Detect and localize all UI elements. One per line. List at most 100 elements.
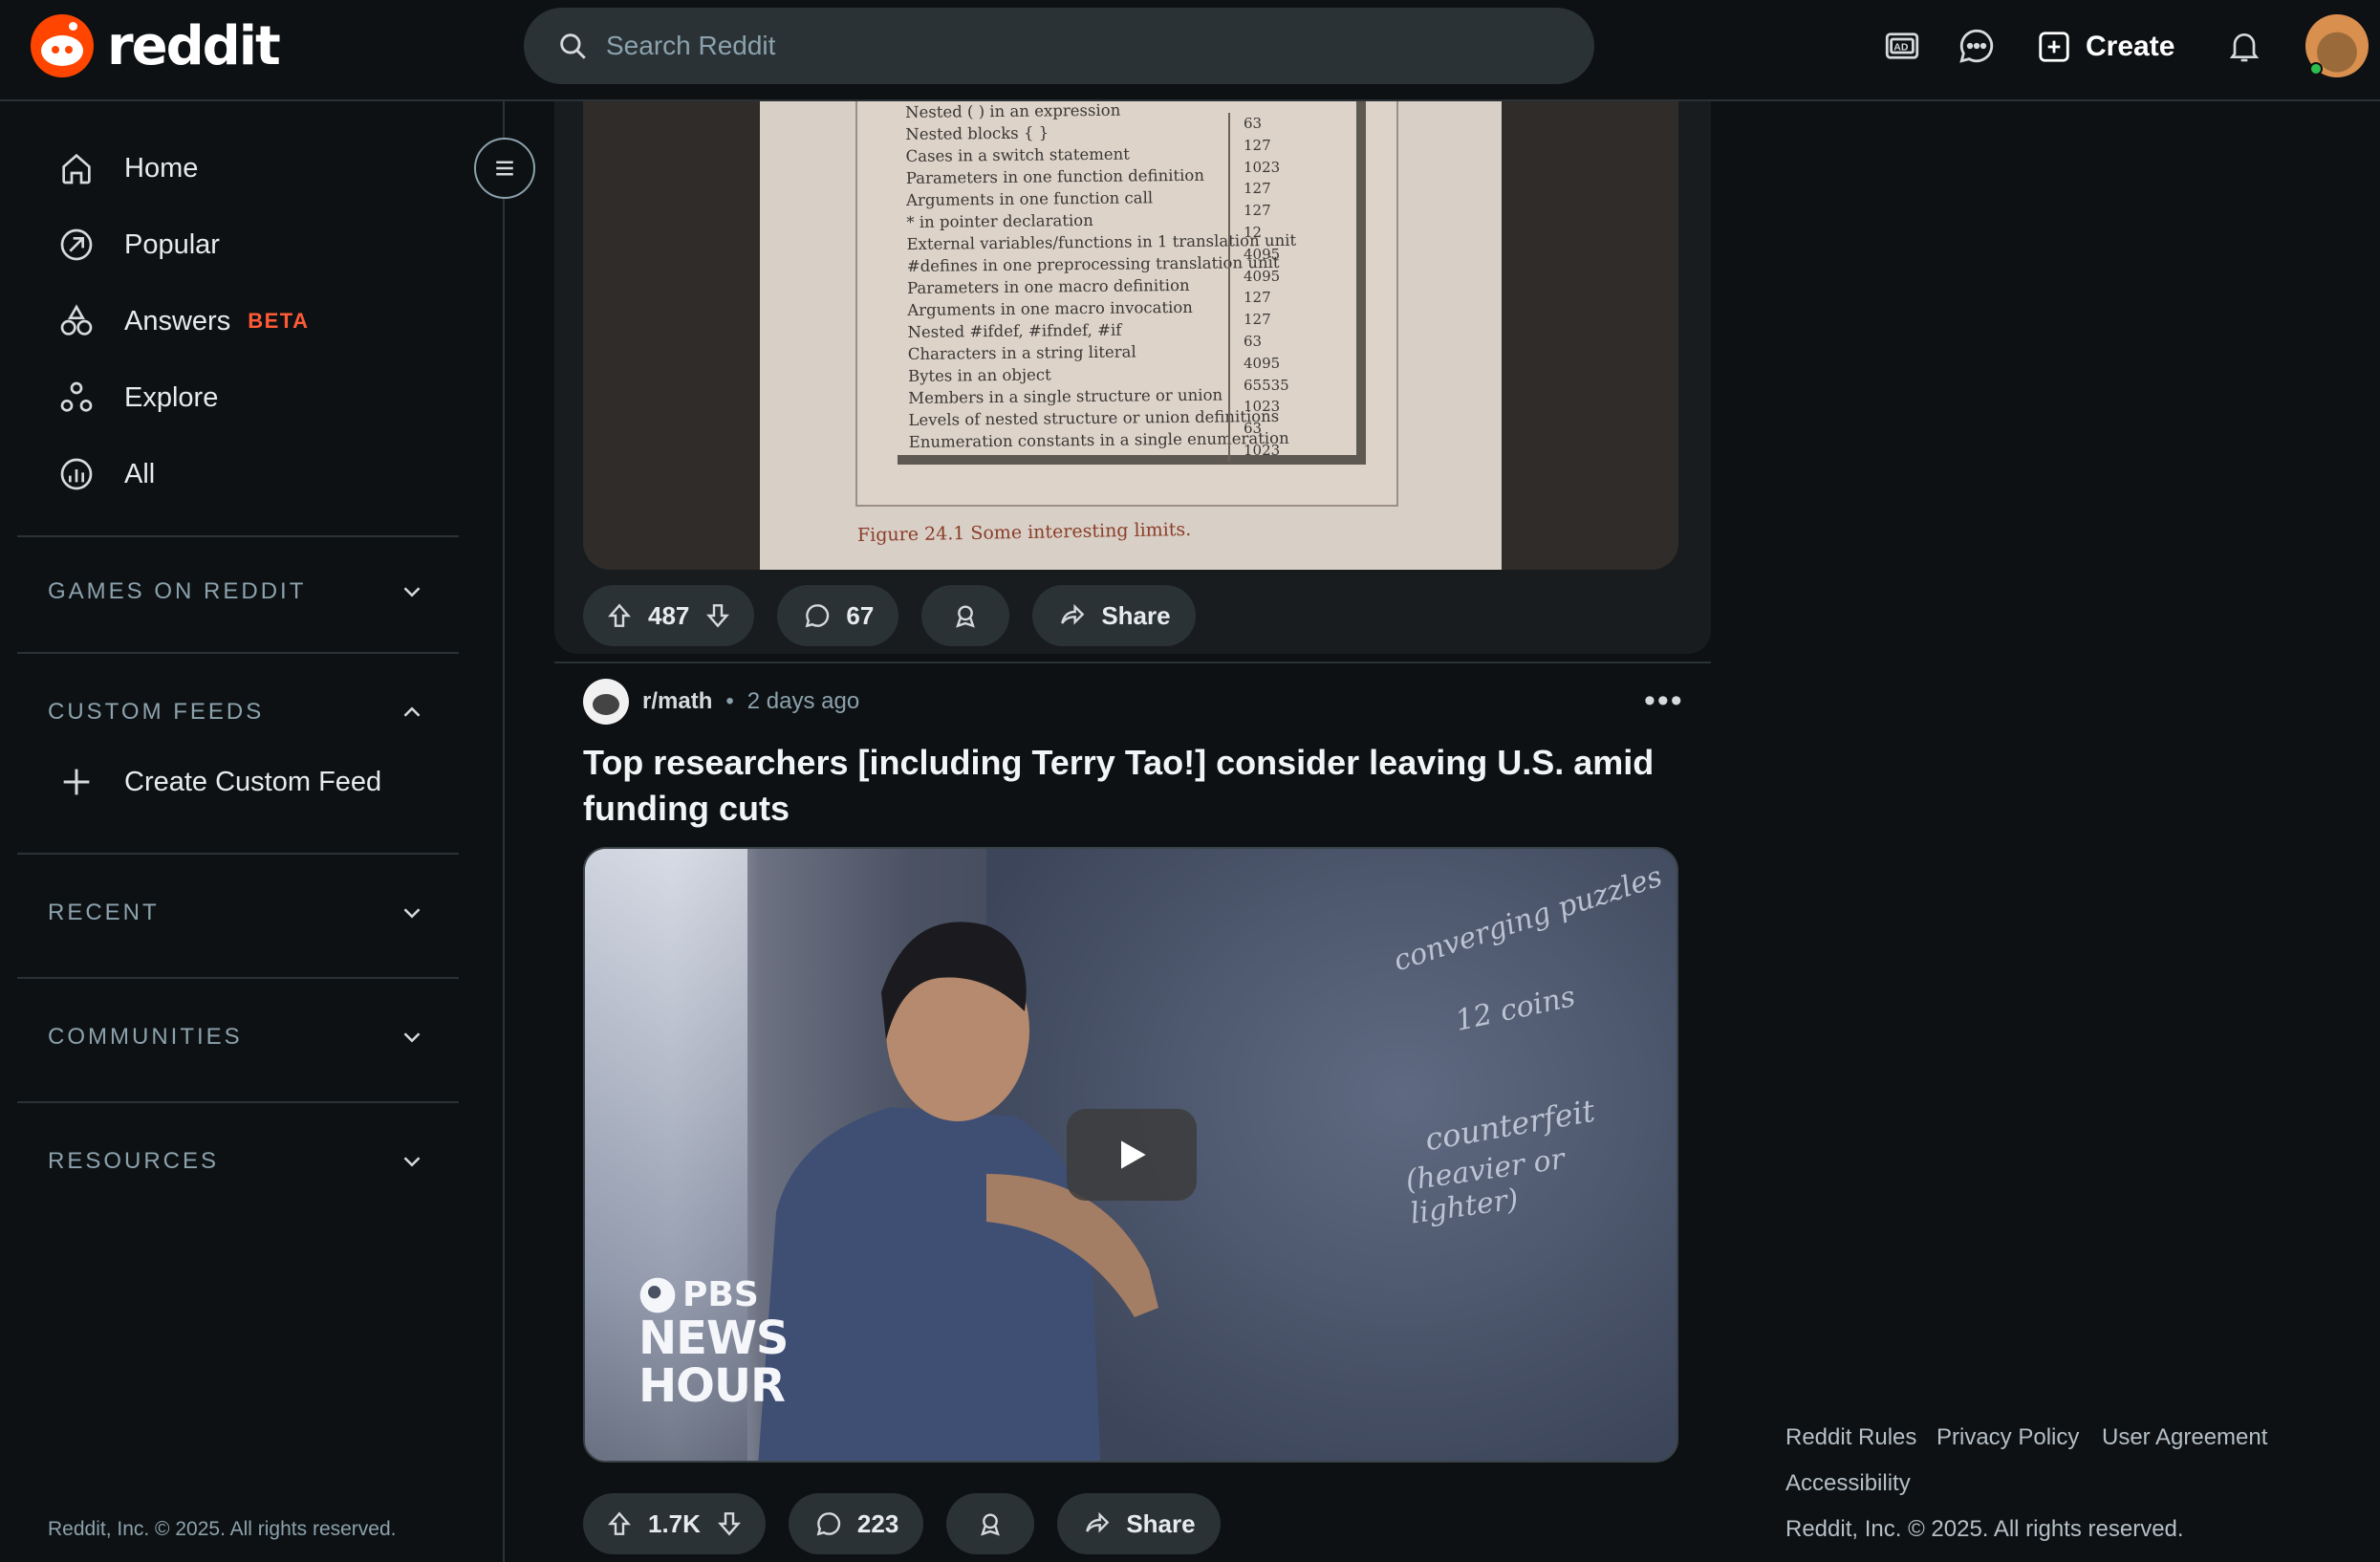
limits-values: 63 127 1023 127 127 12 4095 4095 127 127 63 4095 655… — [1228, 113, 1289, 462]
downvote-icon[interactable] — [703, 600, 733, 631]
footer-link-user-agreement[interactable]: User Agreement — [2102, 1424, 2267, 1451]
section-recent[interactable]: RECENT — [48, 899, 426, 927]
comment-count: 223 — [856, 1508, 899, 1538]
chat-icon[interactable] — [1956, 25, 1998, 67]
post-time: 2 days ago — [746, 688, 860, 714]
comment-icon — [806, 604, 830, 628]
limits-row-value: 4095 — [1244, 354, 1281, 372]
award-button[interactable] — [946, 1493, 1035, 1554]
comment-count: 67 — [846, 600, 875, 630]
play-icon — [1121, 1140, 1146, 1169]
search-input[interactable] — [606, 31, 1466, 61]
sidebar-item-all[interactable]: All — [57, 445, 155, 503]
book-page-photo: Nested ( ) in an expression Nested blocks… — [760, 101, 1502, 570]
limits-row-value: 127 — [1244, 289, 1271, 307]
plus-icon — [63, 769, 90, 795]
chevron-down-icon — [403, 1032, 421, 1043]
sidebar-item-popular[interactable]: Popular — [57, 216, 220, 273]
home-icon — [62, 153, 91, 184]
vote-count: 487 — [648, 600, 690, 630]
search-bar[interactable] — [524, 8, 1594, 84]
svg-text:AD: AD — [1893, 41, 1909, 53]
plus-square-icon — [2039, 32, 2069, 62]
comments-button[interactable]: 223 — [788, 1493, 924, 1554]
downvote-icon[interactable] — [714, 1508, 745, 1539]
section-custom-feeds[interactable]: CUSTOM FEEDS — [48, 698, 426, 727]
logo-line: NEWS — [638, 1312, 789, 1365]
sidebar-item-label: Home — [124, 152, 199, 184]
sidebar-item-home[interactable]: Home — [57, 140, 198, 197]
notifications-bell-icon[interactable] — [2223, 25, 2265, 67]
reddit-logo[interactable]: reddit — [31, 14, 281, 77]
share-label: Share — [1101, 600, 1171, 630]
advertise-icon[interactable]: AD — [1881, 25, 1923, 67]
create-label: Create — [2086, 31, 2175, 62]
sidebar-divider — [17, 977, 459, 979]
section-label: RECENT — [48, 900, 160, 925]
section-resources[interactable]: RESOURCES — [48, 1147, 426, 1176]
chalk-text: 12 coins — [1452, 980, 1579, 1038]
section-communities[interactable]: COMMUNITIES — [48, 1023, 426, 1052]
chevron-down-icon — [403, 908, 421, 919]
limits-row-value: 63 — [1244, 115, 1263, 132]
video-player[interactable]: converging puzzles 12 coins counterfeit … — [583, 847, 1678, 1463]
limits-row-value: 12 — [1244, 223, 1263, 241]
share-label: Share — [1126, 1508, 1196, 1538]
upvote-icon[interactable] — [604, 600, 635, 631]
subreddit-avatar[interactable] — [583, 679, 629, 725]
sidebar-item-explore[interactable]: Explore — [57, 369, 218, 426]
award-button[interactable] — [921, 585, 1010, 646]
explore-icon — [60, 381, 93, 412]
post-title[interactable]: Top researchers [including Terry Tao!] c… — [583, 740, 1682, 832]
award-icon — [956, 605, 976, 628]
section-label: RESOURCES — [48, 1148, 220, 1174]
sidebar-divider — [17, 853, 459, 855]
online-status-dot — [2309, 62, 2323, 76]
sidebar-copyright: Reddit, Inc. © 2025. All rights reserved… — [48, 1518, 397, 1540]
play-button[interactable] — [1067, 1109, 1197, 1201]
create-custom-feed-button[interactable]: Create Custom Feed — [57, 763, 381, 801]
section-label: CUSTOM FEEDS — [48, 699, 265, 725]
sidebar-divider — [17, 652, 459, 654]
footer-link-accessibility[interactable]: Accessibility — [1785, 1470, 1911, 1497]
logo-line: PBS — [682, 1275, 759, 1314]
all-icon — [60, 458, 93, 490]
vote-control: 487 — [583, 585, 755, 646]
limits-row-value: 127 — [1244, 202, 1271, 220]
limits-row-value: 63 — [1244, 332, 1263, 350]
create-button[interactable]: Create — [2036, 21, 2174, 73]
figure-caption: Figure 24.1 Some interesting limits. — [856, 518, 1192, 547]
subreddit-name[interactable]: r/math — [642, 688, 712, 715]
collapse-sidebar-button[interactable] — [474, 138, 535, 199]
user-avatar[interactable] — [2305, 14, 2369, 77]
comment-icon — [816, 1512, 841, 1536]
chevron-down-icon — [403, 1157, 421, 1167]
more-options-icon[interactable]: ••• — [1644, 684, 1684, 717]
post-actions: 1.7K 223 Share — [583, 1493, 1221, 1554]
post-actions: 487 67 Share — [583, 585, 1196, 646]
vote-control: 1.7K — [583, 1493, 766, 1554]
upvote-icon[interactable] — [604, 1508, 635, 1539]
brand-wordmark: reddit — [107, 14, 281, 77]
menu-icon — [496, 161, 513, 176]
logo-line: HOUR — [638, 1359, 786, 1413]
sidebar-item-answers[interactable]: Answers BETA — [57, 293, 309, 350]
left-sidebar: Home Popular Answers BETA Explore All GA… — [0, 101, 535, 1562]
footer-link-rules[interactable]: Reddit Rules — [1785, 1424, 1916, 1451]
sidebar-divider — [17, 535, 459, 537]
post-image[interactable]: Nested ( ) in an expression Nested blocks… — [583, 101, 1678, 570]
limits-row-value: 65535 — [1244, 376, 1289, 394]
section-games-on-reddit[interactable]: GAMES ON REDDIT — [48, 577, 426, 606]
share-button[interactable]: Share — [1032, 585, 1196, 646]
comments-button[interactable]: 67 — [777, 585, 899, 646]
reddit-snoo-icon — [31, 14, 94, 77]
chalk-text: converging puzzles — [1389, 859, 1667, 979]
sidebar-item-label: Popular — [124, 228, 220, 260]
share-icon — [1061, 603, 1085, 625]
sidebar-item-label: Explore — [124, 381, 219, 413]
limits-row-value: 1023 — [1244, 158, 1281, 176]
pbs-newshour-logo: PBS NEWS HOUR — [638, 1275, 789, 1413]
share-button[interactable]: Share — [1057, 1493, 1221, 1554]
footer-link-privacy[interactable]: Privacy Policy — [1936, 1424, 2079, 1451]
award-icon — [981, 1513, 1001, 1536]
